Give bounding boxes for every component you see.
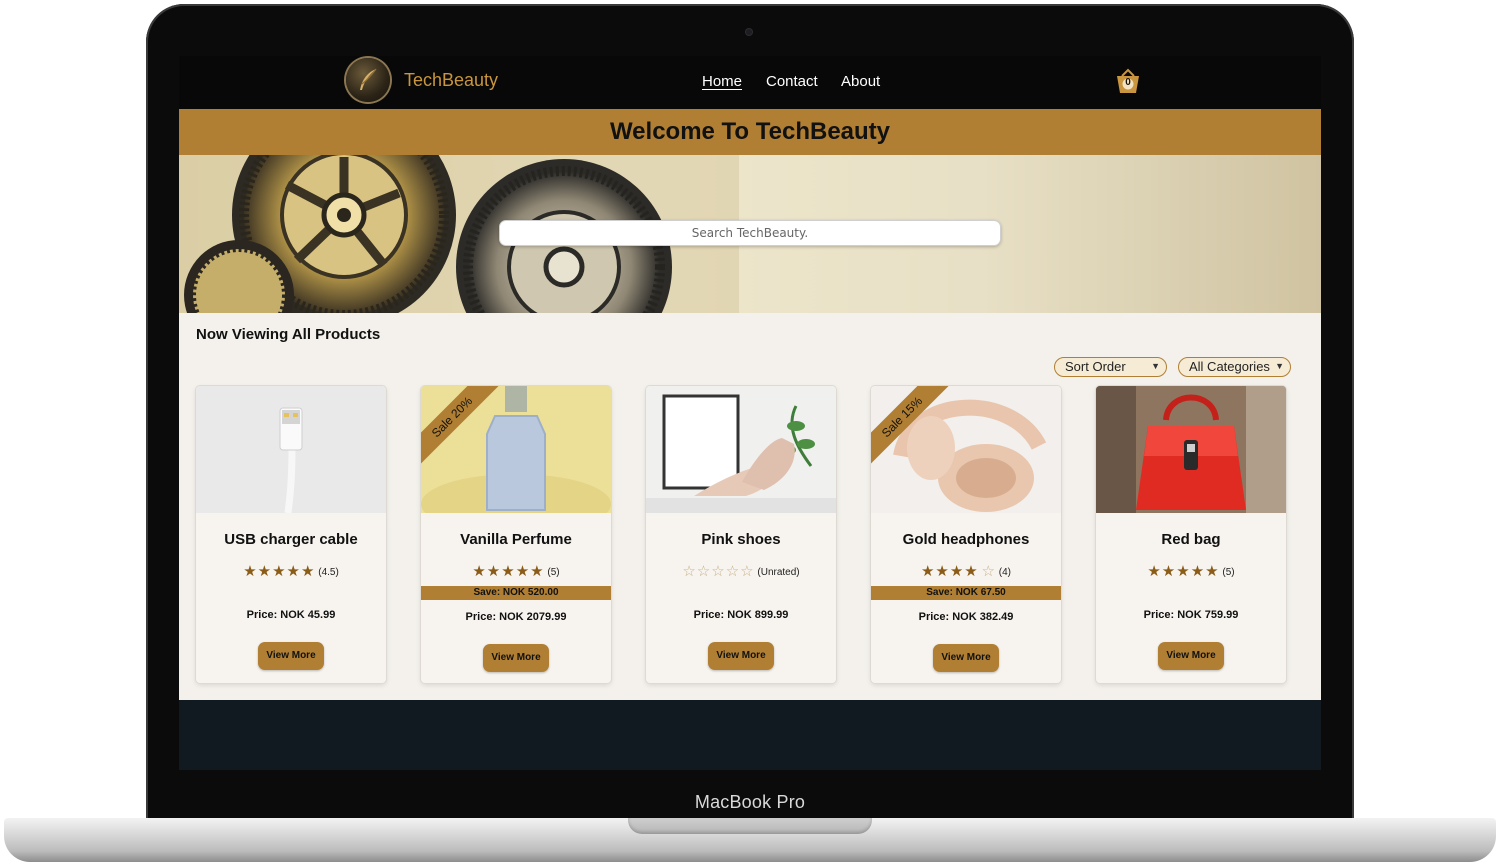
laptop-notch xyxy=(628,818,872,834)
product-card[interactable]: Sale 15% Gold headphones ★★★★ ☆ (4) Save… xyxy=(871,386,1061,683)
product-name: Red bag xyxy=(1161,531,1221,548)
chevron-down-icon: ▼ xyxy=(1151,361,1160,371)
browser-viewport: TechBeauty Home Contact About 0 Welcome … xyxy=(179,56,1321,770)
device-label: MacBook Pro xyxy=(694,792,806,812)
star-icon: ★★★★★ xyxy=(472,563,545,580)
product-rating: ☆☆☆☆☆ (Unrated) xyxy=(646,562,836,580)
product-image[interactable]: Sale 15% xyxy=(871,386,1061,513)
listing-heading: Now Viewing All Products xyxy=(196,326,381,343)
star-icon: ★★★★★ xyxy=(243,563,316,580)
product-name: Gold headphones xyxy=(902,531,1030,548)
product-card[interactable]: Red bag ★★★★★ (5) Price: NOK 759.99 View… xyxy=(1096,386,1286,683)
product-name: Pink shoes xyxy=(701,531,781,548)
product-card[interactable]: Pink shoes ☆☆☆☆☆ (Unrated) Price: NOK 89… xyxy=(646,386,836,683)
category-select[interactable]: All Categories ▼ xyxy=(1178,357,1291,377)
product-rating: ★★★★★ (5) xyxy=(1096,562,1286,580)
brand-name[interactable]: TechBeauty xyxy=(404,70,498,91)
star-outline-icon: ☆☆☆☆☆ xyxy=(682,563,755,580)
star-outline-icon: ☆ xyxy=(981,563,996,580)
nav-home[interactable]: Home xyxy=(702,73,742,90)
product-image[interactable] xyxy=(196,386,386,513)
navbar: TechBeauty Home Contact About 0 xyxy=(179,56,1321,109)
webcam xyxy=(745,28,753,36)
product-price: Price: NOK 382.49 xyxy=(918,611,1014,623)
product-rating: ★★★★ ☆ (4) xyxy=(871,562,1061,580)
rating-value: (5) xyxy=(547,567,560,578)
view-more-button[interactable]: View More xyxy=(258,642,324,670)
product-image[interactable]: Sale 20% xyxy=(421,386,611,513)
rating-value: (Unrated) xyxy=(757,567,800,578)
product-price: Price: NOK 45.99 xyxy=(246,609,336,621)
view-more-button[interactable]: View More xyxy=(1158,642,1224,670)
chevron-down-icon: ▼ xyxy=(1275,361,1284,371)
product-image[interactable] xyxy=(646,386,836,513)
category-label: All Categories xyxy=(1189,359,1270,374)
product-name: Vanilla Perfume xyxy=(460,531,572,548)
product-name: USB charger cable xyxy=(224,531,358,548)
view-more-button[interactable]: View More xyxy=(708,642,774,670)
nav-about[interactable]: About xyxy=(841,73,880,90)
page-title: Welcome To TechBeauty xyxy=(609,118,891,145)
star-icon: ★★★★★ xyxy=(1147,563,1220,580)
page-footer xyxy=(179,700,1321,770)
save-amount: Save: NOK 67.50 xyxy=(871,586,1061,600)
product-rating: ★★★★★ (4.5) xyxy=(196,562,386,580)
product-price: Price: NOK 899.99 xyxy=(693,609,789,621)
cart-button[interactable]: 0 xyxy=(1113,67,1143,97)
hero-image xyxy=(179,155,1321,313)
search-input[interactable] xyxy=(499,220,1001,246)
product-price: Price: NOK 2079.99 xyxy=(465,611,567,623)
nav-contact[interactable]: Contact xyxy=(766,73,818,90)
quill-logo-icon[interactable] xyxy=(346,58,390,102)
product-price: Price: NOK 759.99 xyxy=(1143,609,1239,621)
view-more-button[interactable]: View More xyxy=(933,644,999,672)
rating-value: (4.5) xyxy=(318,567,339,578)
rating-value: (4) xyxy=(998,567,1012,578)
view-more-button[interactable]: View More xyxy=(483,644,549,672)
sort-order-select[interactable]: Sort Order ▼ xyxy=(1054,357,1167,377)
welcome-banner: Welcome To TechBeauty xyxy=(179,109,1321,155)
rating-value: (5) xyxy=(1222,567,1235,578)
product-image[interactable] xyxy=(1096,386,1286,513)
star-icon: ★★★★ xyxy=(920,563,979,580)
product-rating: ★★★★★ (5) xyxy=(421,562,611,580)
cart-count: 0 xyxy=(1125,77,1131,88)
product-card[interactable]: Sale 20% Vanilla Perfume ★★★★★ (5) Save:… xyxy=(421,386,611,683)
save-amount: Save: NOK 520.00 xyxy=(421,586,611,600)
laptop-mockup: MacBook Pro TechBeauty Home Contact Abou… xyxy=(0,0,1500,866)
sort-order-label: Sort Order xyxy=(1065,359,1126,374)
product-card[interactable]: USB charger cable ★★★★★ (4.5) Price: NOK… xyxy=(196,386,386,683)
